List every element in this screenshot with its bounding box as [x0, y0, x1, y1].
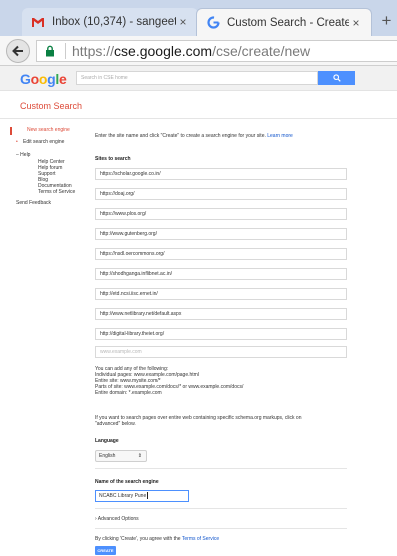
- text-caret: [147, 492, 149, 500]
- site-input[interactable]: https://nsdl.oercommons.org/: [95, 248, 347, 260]
- back-button[interactable]: [6, 39, 30, 63]
- language-value: English: [99, 453, 116, 459]
- intro-text: Enter the site name and click "Create" t…: [95, 133, 293, 139]
- url-divider: [65, 43, 66, 59]
- new-tab-button[interactable]: +: [376, 11, 397, 33]
- cse-header: Google Search in CSE home: [0, 66, 397, 91]
- site-input[interactable]: https://doaj.org/: [95, 188, 347, 200]
- google-g-icon: [205, 15, 221, 31]
- site-input[interactable]: https://scholar.google.co.in/: [95, 168, 347, 180]
- tab-inbox[interactable]: Inbox (10,374) - sangeeta.d... ×: [22, 8, 198, 36]
- site-input[interactable]: http://etd.ncsi.iisc.ernet.in/: [95, 288, 347, 300]
- nav-terms-of-service[interactable]: Terms of Service: [38, 189, 75, 195]
- tab-title: Inbox (10,374) - sangeeta.d...: [52, 16, 176, 28]
- address-bar[interactable]: https:// cse.google.com /cse/create/new: [36, 40, 397, 62]
- name-input-value: NCABC Library Pune: [99, 493, 147, 499]
- url-host: cse.google.com: [114, 43, 213, 59]
- tos-notice: By clicking 'Create', you agree with the…: [95, 536, 219, 542]
- cse-search-input[interactable]: Search in CSE home: [76, 71, 318, 85]
- select-arrows-icon: ⇕: [137, 453, 142, 459]
- browser-tab-strip: Inbox (10,374) - sangeeta.d... × Custom …: [0, 0, 397, 36]
- search-button[interactable]: [318, 71, 355, 85]
- site-input[interactable]: http://www.gutenberg.org/: [95, 228, 347, 240]
- name-heading: Name of the search engine: [95, 479, 159, 485]
- schema-note: "advanced" below.: [95, 421, 136, 427]
- nav-new-search-engine[interactable]: New search engine: [27, 127, 70, 133]
- examples-line: Entire domain: *.example.com: [95, 390, 162, 396]
- language-heading: Language: [95, 438, 119, 444]
- url-path: /cse/create/new: [212, 43, 311, 59]
- close-tab-icon[interactable]: ×: [349, 16, 363, 30]
- advanced-options-label: Advanced Options: [97, 516, 139, 522]
- tab-title: Custom Search - Create CSE: [227, 16, 349, 29]
- gmail-icon: [30, 14, 46, 30]
- nav-expand-bullet: •: [16, 139, 18, 145]
- section-divider: [95, 508, 347, 509]
- search-icon: [332, 74, 341, 82]
- intro-sentence: Enter the site name and click "Create" t…: [95, 133, 266, 139]
- nav-send-feedback[interactable]: Send Feedback: [16, 200, 51, 206]
- tab-custom-search[interactable]: Custom Search - Create CSE ×: [196, 8, 372, 36]
- site-input[interactable]: http://shodhganga.inflibnet.ac.in/: [95, 268, 347, 280]
- language-select[interactable]: English ⇕: [95, 450, 147, 462]
- page-title: Custom Search: [20, 101, 83, 111]
- section-divider: [95, 468, 347, 469]
- nav-edit-search-engine[interactable]: Edit search engine: [23, 139, 64, 145]
- url-scheme: https://: [72, 43, 115, 59]
- nav-help-label: Help: [20, 152, 31, 158]
- site-input[interactable]: https://www.plos.org/: [95, 208, 347, 220]
- site-input[interactable]: http://www.netlibrary.net/default.aspx: [95, 308, 347, 320]
- browser-toolbar: https:// cse.google.com /cse/create/new: [0, 36, 397, 66]
- close-tab-icon[interactable]: ×: [176, 15, 190, 29]
- google-logo[interactable]: Google: [20, 71, 67, 87]
- tos-prefix: By clicking 'Create', you agree with the: [95, 536, 181, 542]
- tos-link[interactable]: Terms of Service: [182, 536, 219, 542]
- site-input-empty[interactable]: www.example.com: [95, 346, 347, 358]
- sites-heading: Sites to search: [95, 156, 131, 162]
- learn-more-link[interactable]: Learn more: [267, 133, 293, 139]
- create-button[interactable]: CREATE: [95, 546, 116, 555]
- nav-help-toggle[interactable]: – Help: [16, 152, 30, 158]
- section-divider: [95, 528, 347, 529]
- back-arrow-icon: [12, 45, 23, 57]
- header-divider: [0, 118, 397, 119]
- search-engine-name-input[interactable]: NCABC Library Pune: [95, 490, 189, 502]
- advanced-options-toggle[interactable]: › Advanced Options: [95, 516, 139, 522]
- active-indicator: [10, 127, 12, 135]
- site-input[interactable]: http://digital-library.theiet.org/: [95, 328, 347, 340]
- lock-icon: [45, 45, 59, 57]
